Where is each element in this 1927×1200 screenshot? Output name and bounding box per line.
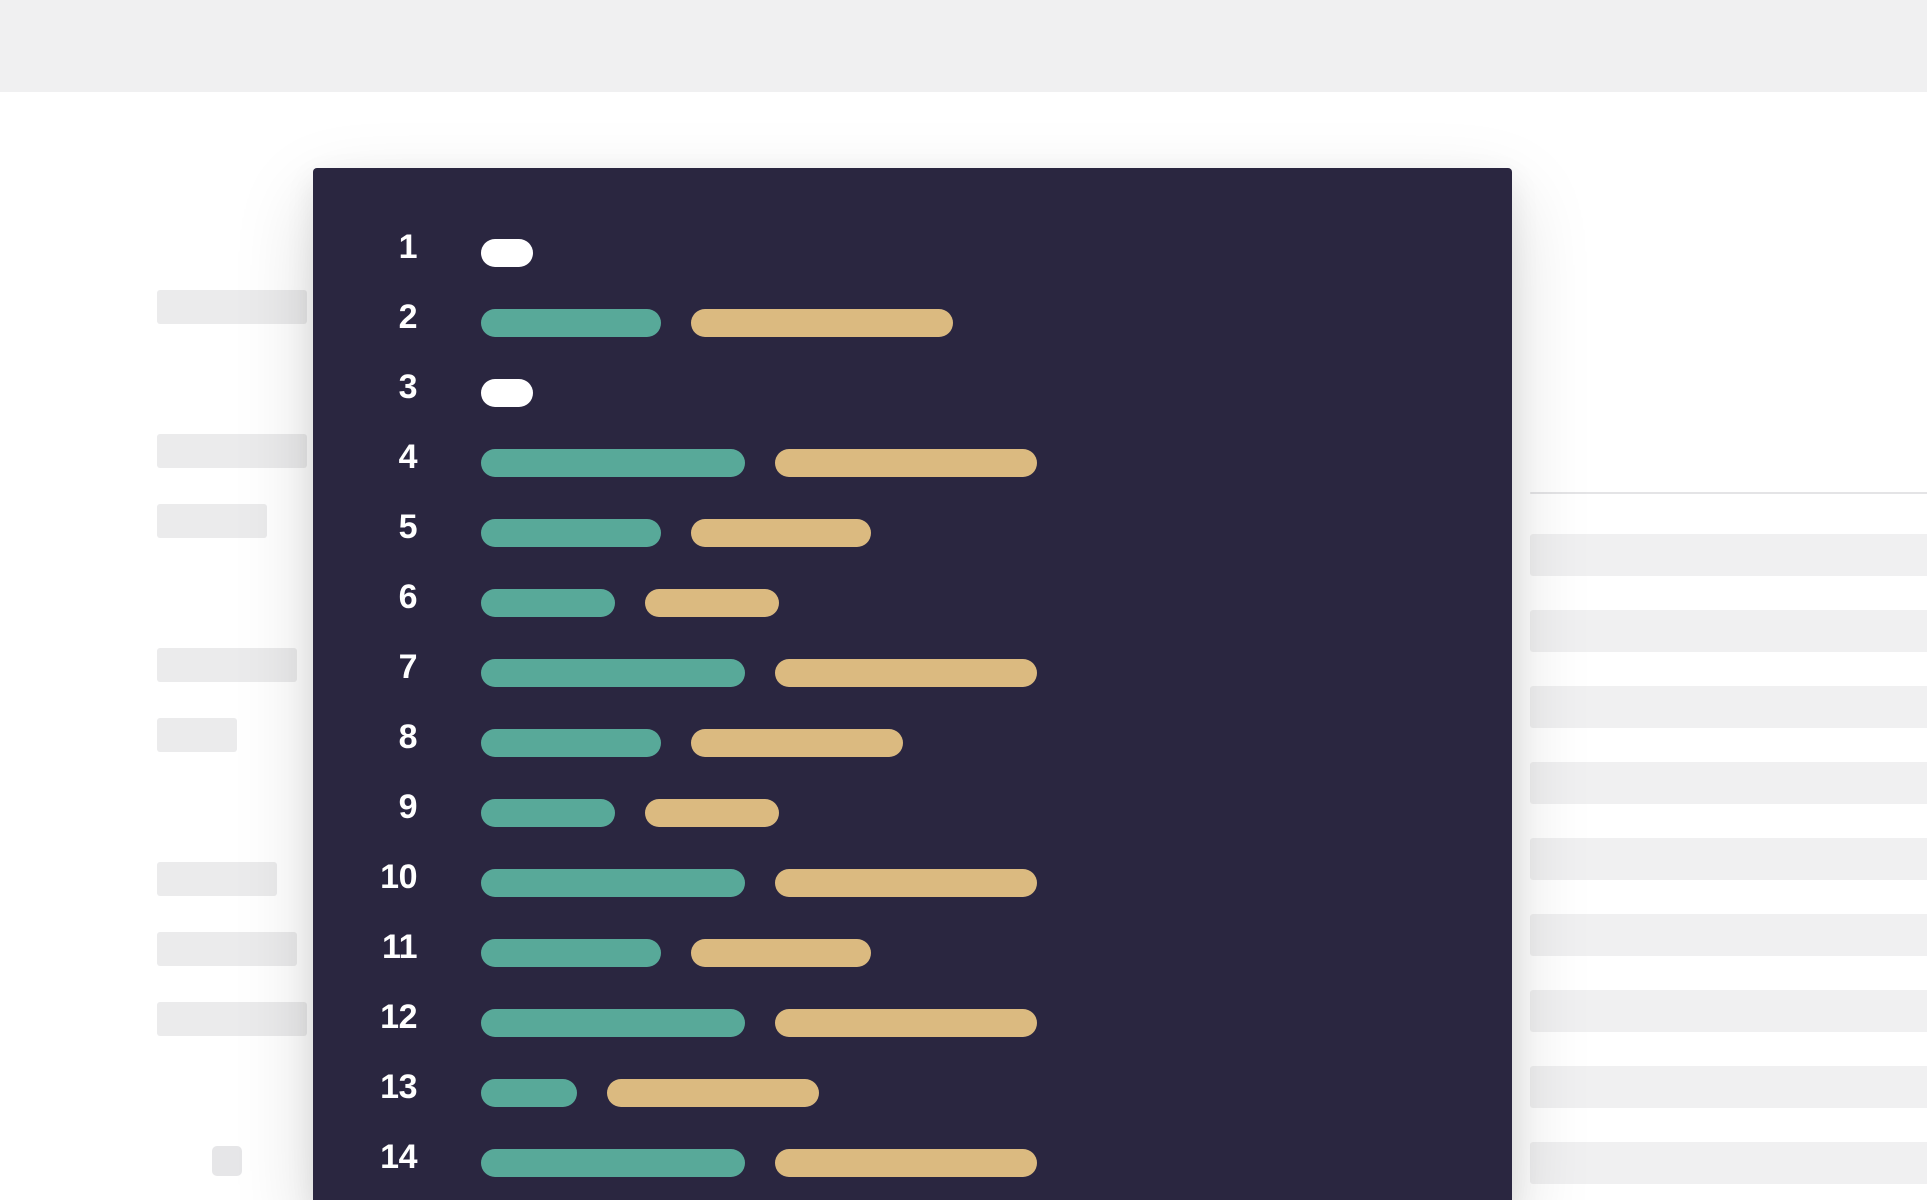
right-row bbox=[1530, 1066, 1927, 1108]
code-token-teal bbox=[481, 449, 745, 477]
code-token-tan bbox=[691, 939, 871, 967]
code-tokens bbox=[481, 589, 779, 617]
code-token-teal bbox=[481, 659, 745, 687]
sidebar-skeleton bbox=[157, 290, 337, 1176]
right-divider bbox=[1530, 492, 1927, 494]
line-number: 13 bbox=[341, 1068, 417, 1107]
code-line[interactable]: 14 bbox=[313, 1128, 1512, 1198]
code-tokens bbox=[481, 519, 871, 547]
code-token-teal bbox=[481, 1079, 577, 1107]
line-number: 3 bbox=[341, 368, 417, 407]
code-line[interactable]: 5 bbox=[313, 498, 1512, 568]
code-line[interactable]: 13 bbox=[313, 1058, 1512, 1128]
sidebar-item bbox=[157, 434, 307, 468]
code-line[interactable]: 7 bbox=[313, 638, 1512, 708]
line-number: 7 bbox=[341, 648, 417, 687]
sidebar-checkbox bbox=[212, 1146, 242, 1176]
code-token-teal bbox=[481, 799, 615, 827]
code-line[interactable]: 10 bbox=[313, 848, 1512, 918]
line-number: 5 bbox=[341, 508, 417, 547]
code-line[interactable]: 12 bbox=[313, 988, 1512, 1058]
code-token-teal bbox=[481, 869, 745, 897]
line-number: 8 bbox=[341, 718, 417, 757]
line-number: 12 bbox=[341, 998, 417, 1037]
sidebar-item bbox=[157, 718, 237, 752]
right-row bbox=[1530, 838, 1927, 880]
right-row bbox=[1530, 762, 1927, 804]
code-token-teal bbox=[481, 729, 661, 757]
right-row bbox=[1530, 914, 1927, 956]
sidebar-item bbox=[157, 1002, 307, 1036]
sidebar-item bbox=[157, 290, 307, 324]
code-token-tan bbox=[691, 729, 903, 757]
sidebar-group bbox=[157, 648, 337, 752]
line-number: 9 bbox=[341, 788, 417, 827]
right-row bbox=[1530, 686, 1927, 728]
right-skeleton-rows bbox=[1530, 492, 1927, 1200]
code-token-tan bbox=[607, 1079, 819, 1107]
line-number: 6 bbox=[341, 578, 417, 617]
code-token-teal bbox=[481, 939, 661, 967]
right-row bbox=[1530, 990, 1927, 1032]
sidebar-item bbox=[157, 504, 267, 538]
code-line[interactable]: 1 bbox=[313, 218, 1512, 288]
line-number: 11 bbox=[341, 928, 417, 967]
sidebar-item bbox=[157, 862, 277, 896]
code-line[interactable]: 9 bbox=[313, 778, 1512, 848]
line-number: 10 bbox=[341, 858, 417, 897]
code-tokens bbox=[481, 309, 953, 337]
code-token-teal bbox=[481, 519, 661, 547]
code-line[interactable]: 6 bbox=[313, 568, 1512, 638]
code-editor-panel[interactable]: 1234567891011121314 bbox=[313, 168, 1512, 1200]
code-tokens bbox=[481, 939, 871, 967]
code-token-tan bbox=[775, 449, 1037, 477]
code-tokens bbox=[481, 1009, 1037, 1037]
code-token-tan bbox=[691, 519, 871, 547]
code-tokens bbox=[481, 799, 779, 827]
code-line[interactable]: 2 bbox=[313, 288, 1512, 358]
line-number: 14 bbox=[341, 1138, 417, 1177]
code-tokens bbox=[481, 379, 533, 407]
code-token-teal bbox=[481, 589, 615, 617]
code-line[interactable]: 3 bbox=[313, 358, 1512, 428]
code-token-tan bbox=[691, 309, 953, 337]
code-token-tan bbox=[645, 589, 779, 617]
top-strip bbox=[0, 0, 1927, 92]
code-tokens bbox=[481, 659, 1037, 687]
code-tokens bbox=[481, 869, 1037, 897]
code-line[interactable]: 8 bbox=[313, 708, 1512, 778]
sidebar-group bbox=[157, 434, 337, 538]
code-token-teal bbox=[481, 309, 661, 337]
code-token-teal bbox=[481, 1149, 745, 1177]
sidebar-item bbox=[157, 648, 297, 682]
sidebar-group bbox=[157, 290, 337, 324]
line-number: 2 bbox=[341, 298, 417, 337]
code-token-tan bbox=[775, 659, 1037, 687]
code-token-tan bbox=[775, 869, 1037, 897]
line-number: 4 bbox=[341, 438, 417, 477]
right-row bbox=[1530, 610, 1927, 652]
code-token-tan bbox=[645, 799, 779, 827]
code-token-tan bbox=[775, 1149, 1037, 1177]
right-row bbox=[1530, 1142, 1927, 1184]
code-line[interactable]: 4 bbox=[313, 428, 1512, 498]
sidebar-group bbox=[157, 862, 337, 1036]
right-row bbox=[1530, 534, 1927, 576]
code-token-white bbox=[481, 379, 533, 407]
code-tokens bbox=[481, 729, 903, 757]
sidebar-item bbox=[157, 932, 297, 966]
code-tokens bbox=[481, 449, 1037, 477]
code-token-teal bbox=[481, 1009, 745, 1037]
code-tokens bbox=[481, 1149, 1037, 1177]
line-number: 1 bbox=[341, 228, 417, 267]
code-tokens bbox=[481, 239, 533, 267]
code-token-tan bbox=[775, 1009, 1037, 1037]
code-line[interactable]: 11 bbox=[313, 918, 1512, 988]
code-token-white bbox=[481, 239, 533, 267]
code-tokens bbox=[481, 1079, 819, 1107]
